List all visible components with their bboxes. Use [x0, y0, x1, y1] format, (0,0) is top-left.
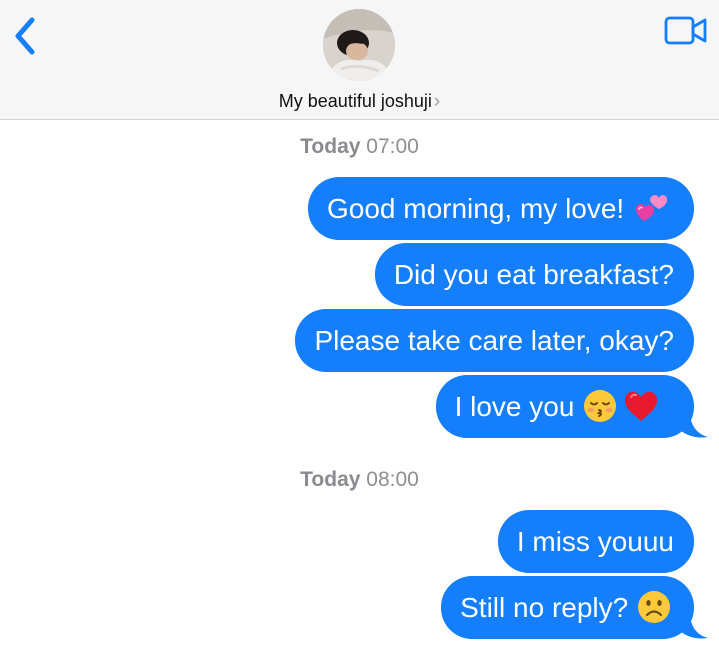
video-camera-icon — [664, 16, 707, 45]
message-text: Did you eat breakfast? — [393, 259, 674, 290]
contact-photo — [323, 9, 395, 81]
bubble-tail — [676, 412, 708, 438]
timestamp-day: Today — [300, 468, 361, 491]
contact-name: My beautiful joshuji — [278, 91, 432, 111]
conversation-header: My beautiful joshuji › — [0, 0, 719, 120]
timestamp-time: 08:00 — [366, 468, 419, 491]
kissing-face-closed-eyes-icon — [584, 389, 617, 422]
contact-name-button[interactable]: My beautiful joshuji › — [0, 89, 719, 114]
message-text: I love you — [454, 391, 575, 422]
message-text: Still no reply? — [460, 592, 629, 623]
two-hearts-icon — [635, 194, 668, 221]
message-bubble[interactable]: Please take care later, okay? — [295, 309, 694, 372]
message-text: I miss youuu — [516, 526, 674, 557]
message-bubble[interactable]: Still no reply? — [441, 576, 708, 639]
bubble-tail — [676, 613, 708, 639]
message-bubble[interactable]: I miss youuu — [497, 510, 694, 573]
chevron-left-icon — [15, 17, 35, 55]
message-bubble[interactable]: I love you — [435, 375, 708, 438]
red-heart-icon — [624, 391, 658, 421]
video-call-button[interactable] — [660, 12, 710, 50]
message-bubble[interactable]: Did you eat breakfast? — [374, 243, 694, 306]
message-text: Please take care later, okay? — [314, 325, 674, 356]
message-bubble[interactable]: Good morning, my love! — [307, 177, 694, 240]
timestamp-time: 07:00 — [366, 135, 419, 158]
timestamp: Today 07:00 — [0, 134, 719, 160]
avatar[interactable] — [323, 9, 395, 81]
chevron-right-icon: › — [433, 91, 441, 112]
back-button[interactable] — [8, 12, 44, 60]
message-text: Good morning, my love! — [326, 193, 625, 224]
timestamp: Today 08:00 — [0, 467, 719, 493]
timestamp-day: Today — [300, 135, 361, 158]
frowning-face-icon — [638, 590, 670, 623]
